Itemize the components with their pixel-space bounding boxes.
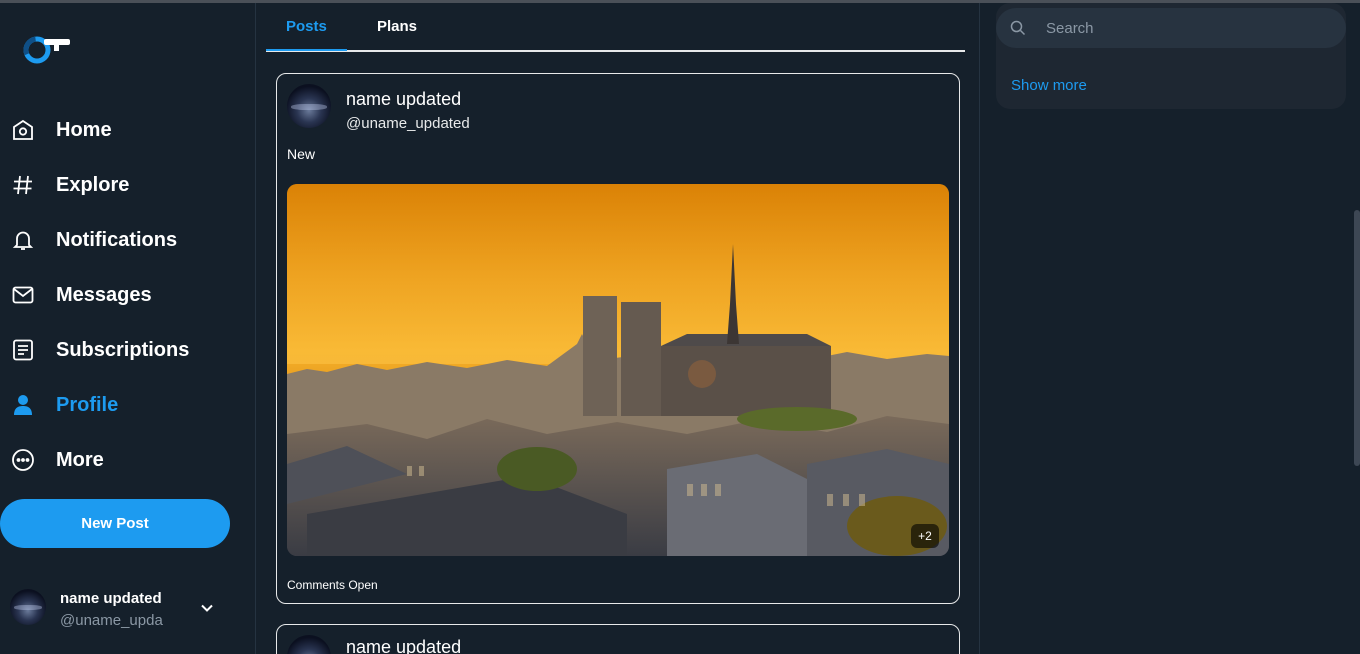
bell-icon: [10, 227, 36, 253]
home-icon: [10, 117, 36, 143]
account-name: name updated: [60, 590, 162, 607]
nav-notifications[interactable]: Notifications: [10, 220, 177, 260]
account-handle: @uname_upda: [60, 612, 163, 629]
nav-messages[interactable]: Messages: [10, 275, 152, 315]
nav-subscriptions[interactable]: Subscriptions: [10, 330, 189, 370]
nav-home[interactable]: Home: [10, 110, 112, 150]
post-avatar[interactable]: [287, 635, 331, 654]
user-icon: [10, 392, 36, 418]
media-more-badge[interactable]: +2: [911, 524, 939, 548]
post-text: New: [287, 146, 316, 162]
nav-explore-label: Explore: [56, 173, 130, 196]
post-card[interactable]: name updated: [276, 624, 960, 654]
document-icon: [10, 337, 36, 363]
nav-notifications-label: Notifications: [56, 228, 178, 251]
nav-explore[interactable]: Explore: [10, 165, 129, 205]
nav-subscriptions-label: Subscriptions: [56, 338, 190, 361]
right-sidebar: Show more: [981, 3, 1360, 654]
new-post-button[interactable]: New Post: [0, 499, 230, 548]
main-column: Posts Plans name updated @uname_updated …: [256, 3, 980, 654]
search-input[interactable]: [1046, 8, 1326, 48]
search-panel: Show more: [996, 3, 1346, 109]
comments-status: Comments Open: [287, 578, 378, 592]
sidebar: Home Explore Notifications Messages Subs…: [0, 3, 256, 654]
post-card[interactable]: name updated @uname_updated New +2 Comme…: [276, 73, 960, 604]
avatar: [10, 589, 46, 625]
app-logo[interactable]: [22, 31, 74, 69]
tab-posts[interactable]: Posts: [266, 3, 347, 51]
post-author-name[interactable]: name updated: [346, 637, 461, 654]
envelope-icon: [10, 282, 36, 308]
scrollbar[interactable]: [1354, 210, 1360, 466]
nav-profile-label: Profile: [56, 393, 119, 416]
post-author-name[interactable]: name updated: [346, 89, 461, 110]
nav-messages-label: Messages: [56, 283, 152, 306]
nav-more-label: More: [56, 448, 104, 471]
chevron-down-icon[interactable]: [200, 601, 214, 615]
search-icon: [1010, 20, 1026, 36]
post-media-image[interactable]: +2: [287, 184, 949, 556]
show-more-link[interactable]: Show more: [1011, 77, 1087, 94]
nav-more[interactable]: More: [10, 440, 104, 480]
account-switcher[interactable]: name updated @uname_upda: [10, 587, 230, 631]
nav-home-label: Home: [56, 118, 112, 141]
more-circle-icon: [10, 447, 36, 473]
search-box[interactable]: [996, 8, 1346, 48]
hashtag-icon: [10, 172, 36, 198]
post-author-handle[interactable]: @uname_updated: [346, 115, 470, 132]
post-avatar[interactable]: [287, 84, 331, 128]
tab-plans[interactable]: Plans: [357, 3, 437, 50]
nav-profile[interactable]: Profile: [10, 385, 118, 425]
profile-tabs: Posts Plans: [266, 3, 965, 52]
